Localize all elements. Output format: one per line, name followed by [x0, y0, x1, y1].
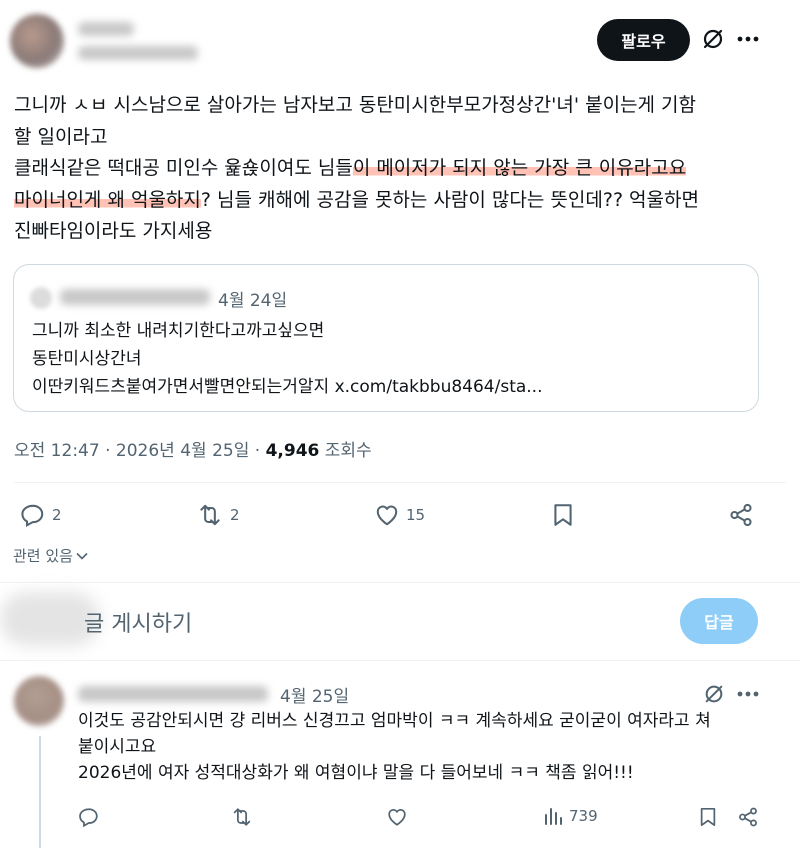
quoted-author-name	[60, 289, 210, 305]
quoted-post-line: 이딴키워드츠붙여가면서빨면안되는거알지 x.com/takbbu8464/sta…	[32, 377, 543, 397]
like-count: 15	[406, 506, 426, 524]
share-action[interactable]	[728, 502, 754, 528]
divider	[14, 482, 786, 483]
heart-icon	[386, 806, 408, 828]
reply-author-avatar[interactable]	[14, 676, 64, 726]
share-icon	[737, 806, 759, 828]
reply-author-name[interactable]	[78, 686, 268, 702]
heart-icon	[374, 502, 400, 528]
views-action[interactable]: 739	[543, 806, 598, 826]
reply-icon	[20, 502, 46, 528]
related-toggle[interactable]: 관련 있음	[13, 545, 88, 566]
repost-action[interactable]: 2	[196, 502, 240, 528]
bookmark-action[interactable]	[551, 502, 575, 528]
reply-view-count: 739	[569, 807, 598, 825]
post-date[interactable]: 2026년 4월 25일	[116, 441, 249, 461]
bookmark-icon	[698, 806, 718, 828]
author-name[interactable]	[78, 22, 134, 36]
author-handle[interactable]	[78, 46, 198, 60]
reply-text: 이것도 공감안되시면 걍 리버스 신경끄고 엄마박이 ㅋㅋ 계속하세요 굳이굳이…	[78, 708, 778, 786]
view-count: 4,946	[265, 441, 320, 461]
post-text-line: 그니까 ㅅㅂ 시스남으로 살아가는 남자보고 동탄미시한부모가정상간'녀' 붙이…	[14, 94, 697, 116]
grok-icon[interactable]	[700, 26, 726, 52]
post-text-line: 마이너인게 왜 억울하지? 님들 캐해에 공감을 못하는 사람이 많다는 뜻인데…	[14, 185, 784, 217]
repost-action[interactable]	[230, 806, 254, 828]
post-text: 그니까 ㅅㅂ 시스남으로 살아가는 남자보고 동탄미시한부모가정상간'녀' 붙이…	[14, 90, 784, 248]
follow-button[interactable]: 팔로우	[597, 19, 690, 61]
share-action[interactable]	[737, 806, 759, 828]
quoted-post-text: 그니까 최소한 내려치기한다고까고싶으면 동탄미시상간녀 이딴키워드츠붙여가면서…	[32, 317, 752, 401]
reply-count: 2	[52, 506, 62, 524]
bookmark-action[interactable]	[698, 806, 718, 828]
post-text-line: 할 일이라고	[14, 125, 108, 148]
divider	[0, 582, 800, 583]
quoted-post[interactable]: 4월 24일 그니까 최소한 내려치기한다고까고싶으면 동탄미시상간녀 이딴키워…	[13, 264, 759, 412]
analytics-icon	[543, 806, 563, 826]
repost-icon	[230, 806, 254, 828]
compose-placeholder: 글 게시하기	[84, 612, 193, 637]
bookmark-icon	[551, 502, 575, 528]
repost-count: 2	[230, 506, 240, 524]
divider	[0, 660, 800, 661]
quoted-post-date: 4월 24일	[218, 291, 288, 311]
highlight-mark: 이 메이저가 되지 않는 가장 큰 이유라고요	[352, 157, 687, 179]
quoted-post-line: 그니까 최소한 내려치기한다고까고싶으면	[32, 321, 325, 341]
reply-text-line: 붙이시고요	[78, 737, 157, 757]
post-meta: 오전 12:47 · 2026년 4월 25일 · 4,946 조회수	[14, 441, 372, 461]
view-count-label: 조회수	[324, 441, 372, 461]
grok-icon[interactable]	[702, 682, 726, 706]
reply-date[interactable]: 4월 25일	[280, 682, 349, 707]
repost-icon	[196, 502, 224, 528]
thread-line	[39, 736, 41, 848]
like-action[interactable]: 15	[374, 502, 425, 528]
post-text-line: 진빠타임이라도 가지세용	[14, 220, 213, 242]
reply-action[interactable]	[78, 806, 100, 828]
post-text-segment: ? 님들 캐해에 공감을 못하는 사람이 많다는 뜻인데?? 억울하면	[200, 188, 699, 211]
reply-icon	[78, 806, 100, 828]
related-label: 관련 있음	[13, 547, 73, 565]
more-options-icon[interactable]	[736, 28, 760, 50]
reply-button[interactable]: 답글	[680, 598, 758, 644]
more-options-icon[interactable]	[736, 684, 760, 704]
author-avatar[interactable]	[10, 14, 64, 68]
quoted-post-line: 동탄미시상간녀	[32, 349, 142, 369]
reply-text-line: 2026년에 여자 성적대상화가 왜 여혐이냐 말을 다 들어보네 ㅋㅋ 책좀 …	[78, 763, 634, 783]
like-action[interactable]	[386, 806, 408, 828]
post-text-line: 클래식같은 떡대공 미인수 윭숁이여도 님들이 메이저가 되지 않는 가장 큰 …	[14, 153, 784, 185]
post-time[interactable]: 오전 12:47	[14, 441, 100, 461]
compose-input[interactable]: 글 게시하기	[84, 606, 624, 637]
highlight-mark: 마이너인게 왜 억울하지	[14, 188, 201, 211]
reply-action[interactable]: 2	[20, 502, 62, 528]
quoted-author-avatar	[30, 287, 52, 309]
share-icon	[728, 502, 754, 528]
chevron-down-icon	[76, 552, 88, 560]
post-text-segment: 클래식같은 떡대공 미인수 윭숁이여도 님들	[14, 157, 353, 179]
reply-text-line: 이것도 공감안되시면 걍 리버스 신경끄고 엄마박이 ㅋㅋ 계속하세요 굳이굳이…	[78, 711, 711, 731]
